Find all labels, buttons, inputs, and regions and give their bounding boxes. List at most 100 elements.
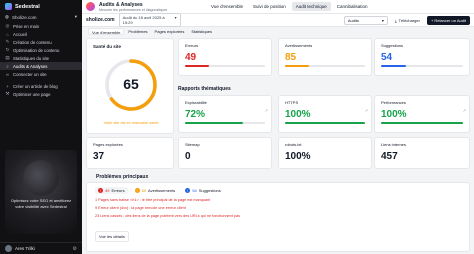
sidebar-item-label: Audits & Analyses xyxy=(13,63,48,69)
promo-illustration xyxy=(23,160,59,196)
download-button[interactable]: ⤓ Télécharger xyxy=(392,17,423,24)
header-tab[interactable]: Suivi de position xyxy=(249,2,290,11)
sidebar-item-label: Statistiques du site xyxy=(13,55,50,61)
sidebar-item[interactable]: ∞ Connecter un site xyxy=(0,70,82,78)
sidebar-item[interactable]: ⌕ Audits & Analyses xyxy=(0,62,82,70)
problem-filter[interactable]: ! 49 Erreurs xyxy=(95,187,128,194)
sidebar-item[interactable]: ▤ Statistiques du site xyxy=(0,54,82,62)
sub-tab[interactable]: Vue d'ensemble xyxy=(88,28,125,35)
view-details-button[interactable]: Voir les détails xyxy=(95,231,129,242)
thematic-bar-fill xyxy=(381,122,463,124)
sub-tabs: Vue d'ensemble Problèmes Pages explorées St… xyxy=(82,27,474,36)
audit-type-select[interactable]: Audits ▾ xyxy=(343,15,388,25)
avatar xyxy=(5,245,12,252)
header-tab[interactable]: Audit technique xyxy=(291,2,331,11)
problem-filter[interactable]: ! 85 Avertissements xyxy=(132,187,179,194)
summary-label: Liens internes xyxy=(381,142,406,147)
chevron-down-icon: ▾ xyxy=(74,14,77,19)
summary-label: robots.txt xyxy=(285,142,302,147)
sidebar-item[interactable]: + Créer un article de blog xyxy=(0,82,82,90)
sidebar: Sedestral ◍ Sholize.com ▾ ◎ Prise en main… xyxy=(0,0,82,254)
problem-filter[interactable]: ! 54 Suggestions xyxy=(182,187,223,194)
sidebar-item[interactable]: ✎ Création de contenu xyxy=(0,38,82,46)
problem-label: Erreurs xyxy=(111,188,125,193)
header-tabs: Vue d'ensemble Suivi de position Audit tec… xyxy=(207,2,372,11)
sidebar-item-label: Optimiser une page xyxy=(13,91,51,97)
health-card: Santé du site 65 Votre site est en mauva… xyxy=(86,38,174,134)
gear-icon[interactable]: ⚙ xyxy=(73,246,77,252)
chevron-down-icon: ▾ xyxy=(174,15,177,20)
sidebar-item-label: Création de contenu xyxy=(13,39,52,45)
health-title: Santé du site xyxy=(93,44,122,49)
summary-card[interactable]: Pages explorées 37 xyxy=(86,137,174,169)
plus-icon: + xyxy=(430,17,434,23)
audit-date: Audit du 18 avril 2025 à 15:29 xyxy=(122,15,165,25)
summary-card[interactable]: Sitemap 0 xyxy=(178,137,272,169)
audit-logo-icon xyxy=(86,2,95,11)
thematic-card[interactable]: HTTPS 100% ↗ xyxy=(278,95,372,133)
main-area: Audits & Analyses Mesurer les performanc… xyxy=(82,0,474,254)
header-title-block: Audits & Analyses Mesurer les performanc… xyxy=(99,2,189,12)
audit-date-select[interactable]: Audit du 18 avril 2025 à 15:29 ▾ xyxy=(118,13,181,27)
magnifier-icon: ⌕ xyxy=(6,63,9,69)
sub-tab[interactable]: Pages explorées xyxy=(152,28,188,35)
logo-icon xyxy=(5,3,12,10)
problems-title: Problèmes principaux xyxy=(96,174,149,180)
wrench-icon: ⚒ xyxy=(5,91,10,96)
header-tab[interactable]: Vue d'ensemble xyxy=(207,2,247,11)
stat-card[interactable]: Erreurs 49 xyxy=(178,38,272,76)
stat-bar-fill xyxy=(381,65,406,67)
stat-bar xyxy=(381,65,463,67)
header-tab[interactable]: Cannibalisation xyxy=(333,2,372,11)
sidebar-item-label: Accueil xyxy=(13,31,27,37)
problem-item[interactable]: 9 Erreur client (4xx) : la page renvoie … xyxy=(95,206,461,210)
stat-label: Erreurs xyxy=(185,43,199,48)
promo-text: Optimisez votre SEO et améliorez votre v… xyxy=(10,198,72,209)
thematic-value: 72% xyxy=(185,109,206,120)
thematic-card[interactable]: Performances 100% ↗ xyxy=(374,95,470,133)
status-dot-icon: ! xyxy=(134,188,140,193)
sidebar-item[interactable]: ◎ Prise en main xyxy=(0,22,82,30)
stat-label: Avertissements xyxy=(285,43,313,48)
compass-icon: ◎ xyxy=(5,23,10,28)
user-profile[interactable]: Ares Trilki ⚙ xyxy=(0,242,82,254)
thematic-card[interactable]: Explorabilité 72% ↗ xyxy=(178,95,272,133)
stat-value: 49 xyxy=(185,52,197,63)
summary-value: 457 xyxy=(381,151,398,162)
edit-icon: ✎ xyxy=(5,39,10,44)
header: Audits & Analyses Mesurer les performanc… xyxy=(82,0,474,14)
status-dot-icon: ! xyxy=(185,188,191,193)
summary-value: 37 xyxy=(93,151,105,162)
problem-count: 85 xyxy=(141,188,147,193)
health-caption: Votre site est en mauvaise santé xyxy=(103,121,159,125)
thematic-value: 100% xyxy=(285,109,311,120)
download-label: Télécharger xyxy=(398,17,420,23)
promo-card: Optimisez votre SEO et améliorez votre v… xyxy=(5,150,77,234)
sidebar-item[interactable]: ⚒ Optimiser une page xyxy=(0,90,82,98)
problem-count: 49 xyxy=(105,188,110,193)
sidebar-item-label: Optimisation de contenu xyxy=(13,47,60,53)
stat-label: Suggestions xyxy=(381,43,404,48)
sidebar-item[interactable]: ⌂ Accueil xyxy=(0,30,82,38)
summary-card[interactable]: robots.txt 100% xyxy=(278,137,372,169)
user-name: Ares Trilki xyxy=(15,246,35,251)
relaunch-audit-button[interactable]: + Relancer un Audit xyxy=(426,15,470,25)
audit-type-value: Audits xyxy=(347,17,359,23)
sub-tab[interactable]: Statistiques xyxy=(188,28,215,35)
health-score: 65 xyxy=(123,76,139,92)
brand[interactable]: Sedestral xyxy=(0,0,82,13)
problem-count: 54 xyxy=(192,188,197,193)
thematic-label: Performances xyxy=(381,100,406,105)
sidebar-item-label: Prise en main xyxy=(13,23,40,29)
sub-tab[interactable]: Problèmes xyxy=(125,28,150,35)
site-selector[interactable]: ◍ Sholize.com ▾ xyxy=(0,13,82,21)
problem-item[interactable]: 1 Pages sans balise <h1> : le titre prin… xyxy=(95,198,461,202)
problem-item[interactable]: 23 Liens cassés : des liens de la page p… xyxy=(95,214,461,218)
stat-card[interactable]: Suggestions 54 xyxy=(374,38,470,76)
toolbar: sholize.com Audit du 18 avril 2025 à 15:… xyxy=(82,13,474,27)
stat-card[interactable]: Avertissements 85 xyxy=(278,38,372,76)
sidebar-item[interactable]: ↻ Optimisation de contenu xyxy=(0,46,82,54)
summary-card[interactable]: Liens internes 457 xyxy=(374,137,470,169)
summary-label: Pages explorées xyxy=(93,142,123,147)
page-subtitle: Mesurer les performances et diagnostique… xyxy=(99,7,168,12)
